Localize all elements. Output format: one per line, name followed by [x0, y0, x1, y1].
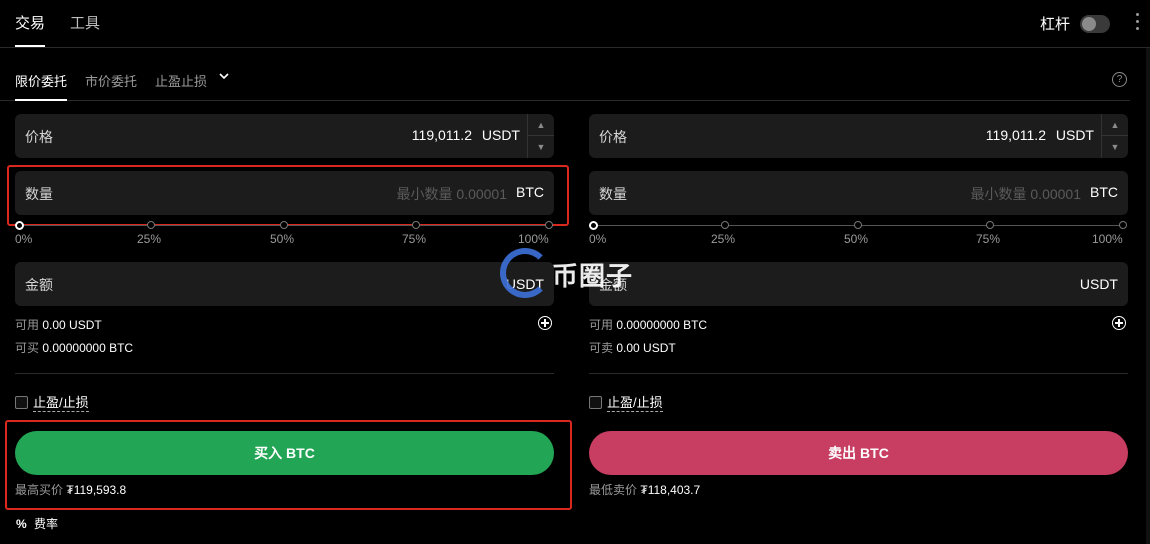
- sell-price-unit: USDT: [1055, 127, 1094, 143]
- buy-price-label: 价格: [25, 129, 53, 145]
- order-type-tabs: 限价委托 市价委托 止盈止损: [0, 48, 1130, 101]
- slider-mark-100[interactable]: [545, 221, 553, 229]
- slider-handle[interactable]: [589, 221, 598, 230]
- buy-price-stepper: ▲ ▼: [527, 114, 554, 158]
- buy-available-label: 可用: [15, 318, 40, 332]
- sell-best-price-value: ₮118,403.7: [640, 483, 701, 497]
- sell-best-price-label: 最低卖价: [589, 483, 638, 497]
- sell-quantity-label: 数量: [599, 186, 627, 202]
- divider: [15, 373, 554, 374]
- sell-quantity-unit: BTC: [1090, 184, 1118, 200]
- slider-label-100: 100%: [1092, 232, 1123, 246]
- sell-max-label: 可卖: [589, 341, 614, 355]
- slider-mark-100[interactable]: [1119, 221, 1127, 229]
- buy-price-field[interactable]: 价格 119,011.2 USDT ▲ ▼: [15, 114, 554, 158]
- divider: [589, 373, 1128, 374]
- toggle-knob: [1082, 17, 1096, 31]
- sell-price-stepper: ▲ ▼: [1101, 114, 1128, 158]
- buy-amount-field[interactable]: 金额 USDT: [15, 262, 554, 306]
- watermark-logo: 币圈子: [500, 246, 650, 306]
- slider-mark-50[interactable]: [280, 221, 288, 229]
- sell-price-label: 价格: [599, 129, 627, 145]
- fee-rate-label: 费率: [34, 517, 59, 531]
- chevron-down-icon[interactable]: [218, 70, 230, 82]
- sell-tpsl-label[interactable]: 止盈/止损: [607, 395, 663, 412]
- tab-tpsl-order[interactable]: 止盈止损: [155, 71, 207, 90]
- sell-quantity-slider[interactable]: 0% 25% 50% 75% 100%: [589, 221, 1128, 246]
- slider-mark-50[interactable]: [854, 221, 862, 229]
- scrollbar[interactable]: [1146, 48, 1150, 544]
- buy-available-value: 0.00 USDT: [42, 318, 102, 332]
- tab-limit-order[interactable]: 限价委托: [15, 71, 68, 101]
- slider-label-75: 75%: [976, 232, 1001, 246]
- slider-label-0: 0%: [589, 232, 607, 246]
- sell-available-label: 可用: [589, 318, 614, 332]
- buy-max-value: 0.00000000 BTC: [42, 341, 134, 355]
- sell-amount-unit: USDT: [1079, 276, 1118, 292]
- buy-tpsl-label[interactable]: 止盈/止损: [33, 395, 89, 412]
- slider-mark-25[interactable]: [721, 221, 729, 229]
- buy-amount-label: 金额: [25, 277, 53, 293]
- buy-price-unit: USDT: [481, 127, 520, 143]
- buy-price-value: 119,011.2: [411, 127, 472, 143]
- sell-best-price: 最低卖价 ₮118,403.7: [589, 481, 700, 498]
- sell-price-value: 119,011.2: [985, 127, 1046, 143]
- sell-available: 可用 0.00000000 BTC: [589, 316, 707, 333]
- sell-quantity-field[interactable]: 数量 最小数量 0.00001 BTC: [589, 171, 1128, 215]
- more-options-icon[interactable]: [1133, 13, 1141, 35]
- increment-icon[interactable]: ▲: [1102, 114, 1128, 136]
- slider-mark-75[interactable]: [986, 221, 994, 229]
- leverage-label: 杠杆: [1040, 16, 1071, 33]
- buy-max: 可买 0.00000000 BTC: [15, 339, 133, 356]
- slider-mark-75[interactable]: [412, 221, 420, 229]
- tab-trade[interactable]: 交易: [15, 12, 46, 47]
- help-icon[interactable]: ?: [1112, 72, 1127, 87]
- top-nav: 交易 工具 杠杆: [0, 0, 1150, 48]
- slider-handle[interactable]: [15, 221, 24, 230]
- buy-available: 可用 0.00 USDT: [15, 316, 102, 333]
- tab-tools[interactable]: 工具: [70, 12, 100, 33]
- sell-available-value: 0.00000000 BTC: [616, 318, 708, 332]
- slider-label-75: 75%: [402, 232, 427, 246]
- sell-btc-button[interactable]: 卖出 BTC: [589, 431, 1128, 475]
- sell-max: 可卖 0.00 USDT: [589, 339, 676, 356]
- highlight-box-quantity: [7, 165, 569, 226]
- sell-amount-field[interactable]: 金额 USDT: [589, 262, 1128, 306]
- sell-tpsl-checkbox[interactable]: [589, 396, 602, 409]
- increment-icon[interactable]: ▲: [528, 114, 554, 136]
- sell-max-value: 0.00 USDT: [616, 341, 676, 355]
- sell-price-field[interactable]: 价格 119,011.2 USDT ▲ ▼: [589, 114, 1128, 158]
- slider-label-100: 100%: [518, 232, 549, 246]
- slider-label-0: 0%: [15, 232, 33, 246]
- percent-icon: %: [16, 517, 27, 531]
- buy-quantity-slider[interactable]: 0% 25% 50% 75% 100%: [15, 221, 554, 246]
- slider-label-50: 50%: [270, 232, 295, 246]
- transfer-plus-icon[interactable]: [1112, 316, 1126, 330]
- slider-mark-25[interactable]: [147, 221, 155, 229]
- slider-label-50: 50%: [844, 232, 869, 246]
- buy-tpsl-checkbox[interactable]: [15, 396, 28, 409]
- fee-rate[interactable]: % 费率: [16, 515, 58, 532]
- slider-label-25: 25%: [137, 232, 162, 246]
- tab-market-order[interactable]: 市价委托: [85, 71, 137, 90]
- leverage-toggle[interactable]: [1080, 15, 1110, 33]
- highlight-box-buy: [5, 420, 572, 510]
- watermark-logo-icon: [500, 248, 550, 298]
- slider-label-25: 25%: [711, 232, 736, 246]
- watermark-text: 币圈子: [552, 261, 634, 291]
- sell-quantity-placeholder: 最小数量 0.00001: [970, 186, 1082, 202]
- transfer-plus-icon[interactable]: [538, 316, 552, 330]
- buy-max-label: 可买: [15, 341, 40, 355]
- decrement-icon[interactable]: ▼: [528, 136, 554, 158]
- decrement-icon[interactable]: ▼: [1102, 136, 1128, 158]
